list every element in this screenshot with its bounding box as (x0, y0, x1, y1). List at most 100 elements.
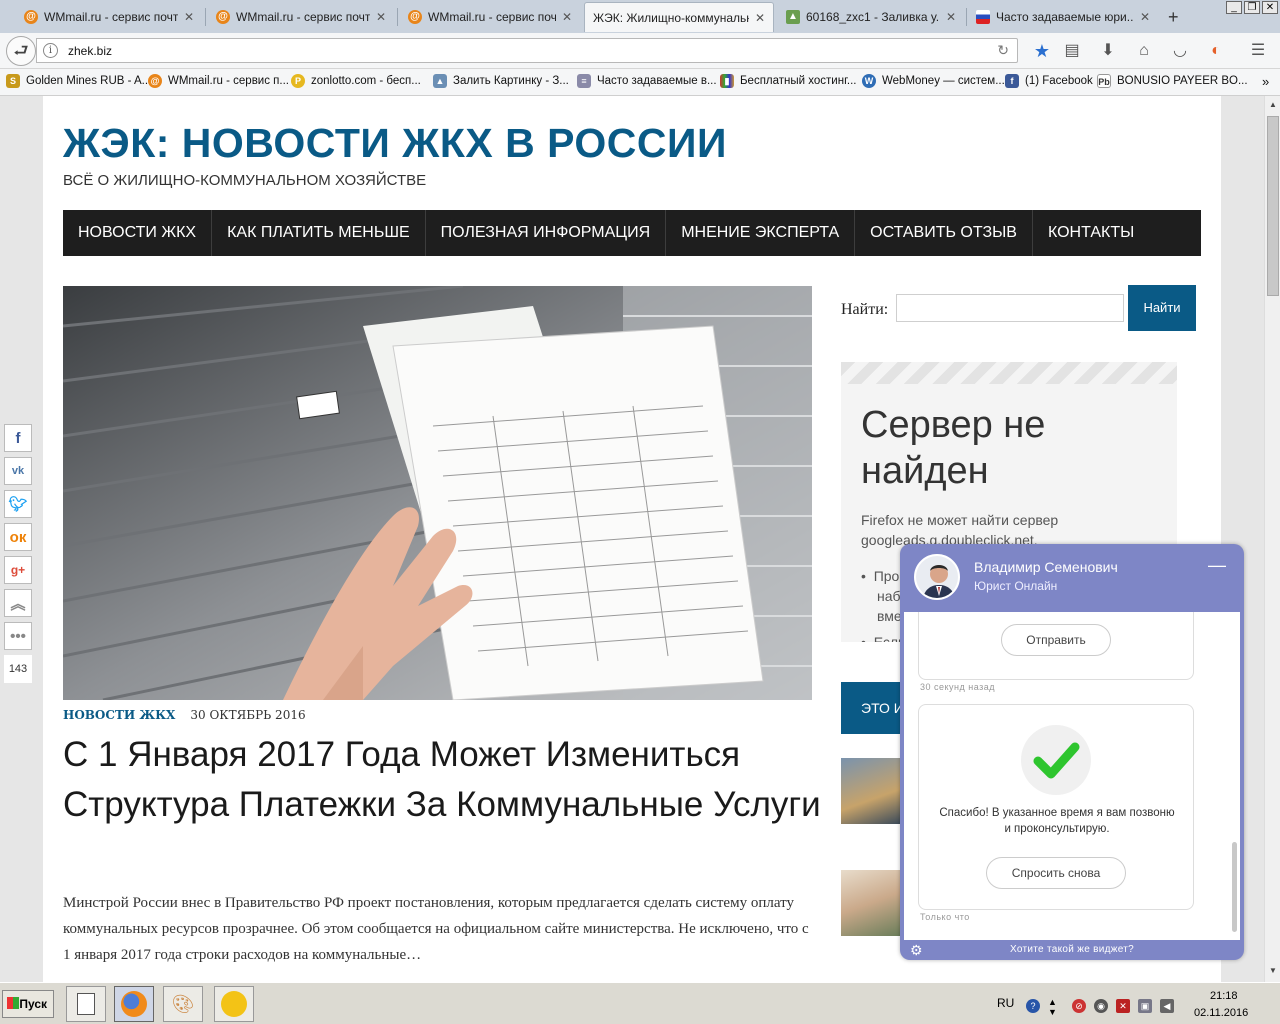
antivirus-icon[interactable]: ⊘ (1072, 999, 1086, 1013)
paint-palette-icon: 🎨︎ (171, 993, 195, 1014)
widget-promo-link[interactable]: Хотите такой же виджет? (1010, 944, 1134, 955)
chat-messages: Отправить 30 секунд назад Спасибо! В ука… (904, 612, 1240, 940)
restore-icon[interactable]: ❐ (1244, 1, 1260, 14)
menu-item-contacts[interactable]: КОНТАКТЫ (1033, 210, 1149, 256)
taskbar-app-calendar[interactable] (66, 986, 106, 1022)
scroll-down-arrow-icon[interactable]: ▼ (1267, 964, 1279, 978)
minimize-icon[interactable]: — (1208, 556, 1226, 574)
tab-zhek[interactable]: ЖЭК: Жилищно-коммунальн... ✕ (584, 2, 774, 32)
pocket-icon[interactable]: ◡ (1170, 41, 1190, 61)
clock-time[interactable]: 21:18 (1210, 990, 1238, 1002)
site-title[interactable]: ЖЭК: НОВОСТИ ЖКХ В РОССИИ (63, 120, 727, 167)
ask-again-button[interactable]: Спросить снова (986, 857, 1126, 889)
share-count: 143 (4, 655, 32, 683)
new-tab-button[interactable]: + (1160, 2, 1184, 32)
bookmarks-overflow-icon[interactable]: » (1262, 74, 1269, 89)
close-icon[interactable]: ✕ (755, 11, 765, 25)
menu-item-pay-less[interactable]: КАК ПЛАТИТЬ МЕНЬШЕ (212, 210, 426, 256)
menu-item-expert-opinion[interactable]: МНЕНИЕ ЭКСПЕРТА (666, 210, 856, 256)
bookmark-upload-image[interactable]: ▲ Залить Картинку - З... (433, 74, 569, 88)
bookmark-star-icon[interactable]: ★ (1032, 41, 1052, 61)
sidebar-thumbnail-documents[interactable] (841, 870, 901, 936)
reading-list-icon[interactable]: ▤ (1062, 41, 1082, 61)
taskbar-app-paint[interactable]: 🎨︎ (163, 986, 203, 1022)
facebook-share-icon[interactable]: f (4, 424, 32, 452)
bookmark-payeer[interactable]: Pb BONUSIO PAYEER BO... (1097, 74, 1248, 88)
thanks-message: Спасибо! В указанное время я вам позвоню… (939, 807, 1175, 835)
odnoklassniki-share-icon[interactable]: ок (4, 523, 32, 551)
volume-icon[interactable]: ◀ (1160, 999, 1174, 1013)
scroll-up-icon[interactable]: ︽ (4, 589, 32, 617)
bookmark-zonlotto[interactable]: P zonlotto.com - бесп... (291, 74, 421, 88)
menu-item-news[interactable]: НОВОСТИ ЖКХ (63, 210, 213, 256)
menu-item-useful-info[interactable]: ПОЛЕЗНАЯ ИНФОРМАЦИЯ (426, 210, 667, 256)
scrollbar-thumb[interactable] (1267, 116, 1279, 296)
at-icon: @ (408, 10, 422, 24)
chat-scrollbar[interactable] (1232, 842, 1237, 932)
send-button[interactable]: Отправить (1001, 624, 1111, 656)
minimize-icon[interactable]: _ (1226, 1, 1242, 14)
post-title[interactable]: С 1 Января 2017 Года Может Измениться Ст… (63, 730, 823, 830)
close-icon[interactable]: ✕ (562, 10, 572, 24)
bookmark-hosting[interactable]: ▮ Бесплатный хостинг... (720, 74, 856, 88)
post-category-link[interactable]: НОВОСТИ ЖКХ (63, 708, 175, 722)
scroll-up-arrow-icon[interactable]: ▲ (1267, 98, 1279, 112)
error-list-item: вме (877, 608, 902, 624)
bookmark-facebook[interactable]: f (1) Facebook (1005, 74, 1093, 88)
network-monitor-icon[interactable]: ◉ (1094, 999, 1108, 1013)
sidebar-thumbnail-workers[interactable] (841, 758, 901, 824)
tray-expand-icon[interactable]: ▲ ▼ (1048, 997, 1057, 1017)
url-text[interactable]: zhek.biz (68, 44, 112, 58)
gear-icon[interactable]: ⚙ (910, 941, 923, 959)
twitter-share-icon[interactable]: 🐦︎ (4, 490, 32, 518)
post-excerpt: Минстрой России внес в Правительство РФ … (63, 895, 809, 963)
bookmark-golden-mines[interactable]: S Golden Mines RUB - A... (6, 74, 151, 88)
bookmark-wmmail[interactable]: @ WMmail.ru - сервис п... (148, 74, 289, 88)
error-title: Сервер не найден (861, 404, 1046, 492)
ghost-icon (221, 991, 247, 1017)
url-bar[interactable]: i zhek.biz ↻ (36, 38, 1018, 63)
search-input[interactable] (896, 294, 1124, 322)
home-icon[interactable]: ⌂ (1134, 41, 1154, 61)
tab-wmmail-2[interactable]: @ WMmail.ru - сервис почт... ✕ (208, 2, 394, 32)
tab-wmmail-1[interactable]: @ WMmail.ru - сервис почт... ✕ (16, 2, 202, 32)
tab-faq[interactable]: Часто задаваемые юри... ✕ (968, 2, 1158, 32)
language-indicator[interactable]: RU (997, 996, 1014, 1010)
post-date: 30 ОКТЯБРЬ 2016 (190, 708, 306, 722)
social-share-bar: f vk 🐦︎ ок g+ ︽ ••• 143 (4, 424, 32, 683)
google-plus-share-icon[interactable]: g+ (4, 556, 32, 584)
start-button[interactable]: Пуск (2, 990, 54, 1018)
close-icon[interactable]: ✕ (184, 10, 194, 24)
bookmark-webmoney[interactable]: W WebMoney — систем... (862, 74, 1005, 88)
menu-icon[interactable]: ☰ (1248, 41, 1268, 61)
window-controls: _ ❐ ✕ (1226, 1, 1278, 14)
zonlotto-icon: P (291, 74, 305, 88)
taskbar-app-firefox[interactable] (114, 986, 154, 1022)
post-featured-image[interactable] (63, 286, 812, 700)
security-icon[interactable]: ✕ (1116, 999, 1130, 1013)
tab-image-upload[interactable]: ▲ 60168_zxc1 - Заливка у... ✕ (778, 2, 964, 32)
network-icon[interactable]: ▣ (1138, 999, 1152, 1013)
reload-icon[interactable]: ↻ (997, 42, 1009, 59)
clock-date[interactable]: 02.11.2016 (1194, 1007, 1248, 1019)
downloads-icon[interactable]: ⬇ (1098, 41, 1118, 61)
close-icon[interactable]: ✕ (1140, 10, 1150, 24)
close-icon[interactable]: ✕ (376, 10, 386, 24)
close-window-icon[interactable]: ✕ (1262, 1, 1278, 14)
taskbar-app-cyberghost[interactable] (214, 986, 254, 1022)
main-menu: НОВОСТИ ЖКХ КАК ПЛАТИТЬ МЕНЬШЕ ПОЛЕЗНАЯ … (63, 210, 1201, 256)
bookmark-faq[interactable]: ≡ Часто задаваемые в... (577, 74, 717, 88)
back-button[interactable]: ⮐ (6, 36, 36, 66)
page-scrollbar[interactable]: ▲ ▼ (1264, 96, 1280, 982)
vk-share-icon[interactable]: vk (4, 457, 32, 485)
sync-icon[interactable]: ◐ (1206, 41, 1226, 61)
info-icon[interactable]: i (43, 43, 58, 58)
menu-item-leave-review[interactable]: ОСТАВИТЬ ОТЗЫВ (855, 210, 1033, 256)
tab-wmmail-3[interactable]: @ WMmail.ru - сервис почт... ✕ (400, 2, 580, 32)
chat-widget: Владимир Семенович Юрист Онлайн — Отправ… (900, 544, 1244, 960)
payeer-icon: Pb (1097, 74, 1111, 88)
help-icon[interactable]: ? (1026, 999, 1040, 1013)
close-icon[interactable]: ✕ (946, 10, 956, 24)
search-button[interactable]: Найти (1128, 285, 1196, 331)
more-share-icon[interactable]: ••• (4, 622, 32, 650)
